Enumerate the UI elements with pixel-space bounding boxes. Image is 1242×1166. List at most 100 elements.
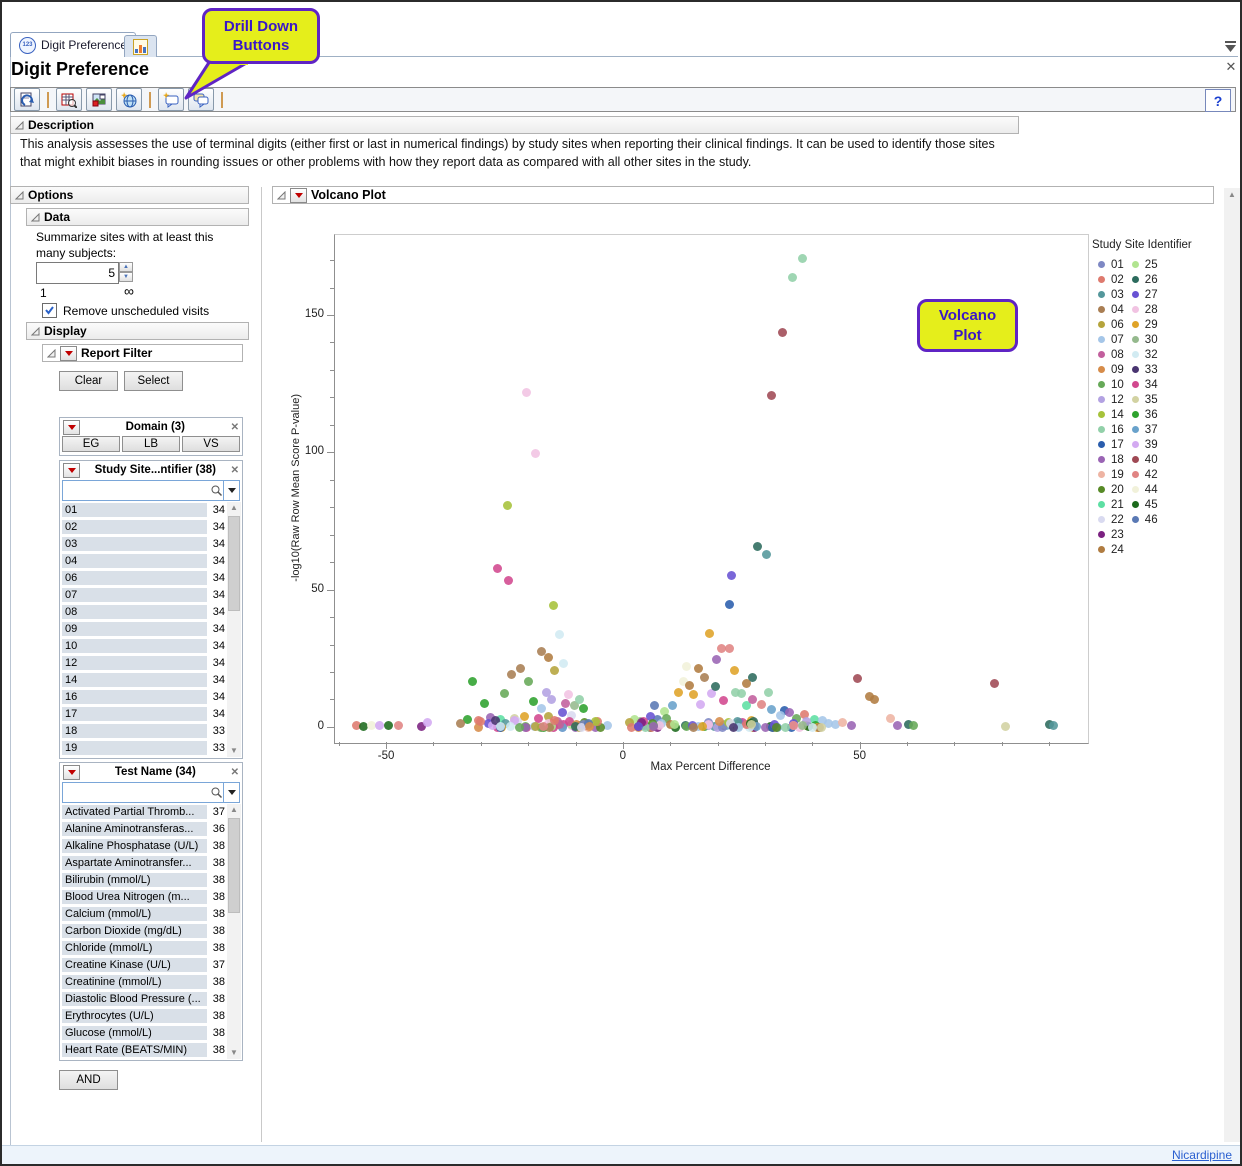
scatter-point[interactable] (547, 695, 556, 704)
list-item[interactable]: Carbon Dioxide (mg/dL)38 (62, 923, 226, 939)
legend-item[interactable]: 16 (1092, 422, 1124, 437)
legend-item[interactable]: 30 (1126, 332, 1158, 347)
legend-item[interactable]: 37 (1126, 422, 1158, 437)
scatter-point[interactable] (503, 501, 512, 510)
list-item[interactable]: Creatine Kinase (U/L)37 (62, 957, 226, 973)
close-icon[interactable]: ✕ (1223, 59, 1239, 75)
clear-button[interactable]: Clear (59, 371, 118, 391)
scatter-point[interactable] (817, 723, 826, 732)
scatter-point[interactable] (682, 662, 691, 671)
scatter-point[interactable] (468, 677, 477, 686)
scatter-point[interactable] (476, 717, 485, 726)
help-button[interactable]: ? (1205, 89, 1231, 112)
list-item[interactable]: Diastolic Blood Pressure (...38 (62, 991, 226, 1007)
scatter-point[interactable] (788, 273, 797, 282)
scatter-point[interactable] (558, 708, 567, 717)
scatter-point[interactable] (838, 718, 847, 727)
scatter-point[interactable] (504, 576, 513, 585)
legend-item[interactable]: 24 (1092, 542, 1124, 557)
options-header[interactable]: Options (10, 186, 249, 204)
scatter-point[interactable] (700, 673, 709, 682)
scatter-point[interactable] (725, 600, 734, 609)
scatter-point[interactable] (516, 664, 525, 673)
unscheduled-checkbox[interactable] (42, 303, 57, 318)
legend-item[interactable]: 07 (1092, 332, 1124, 347)
scatter-point[interactable] (776, 711, 785, 720)
close-filter-icon[interactable]: ✕ (231, 422, 239, 433)
volcano-plot-header[interactable]: Volcano Plot (272, 186, 1214, 204)
list-item[interactable]: 0834 (62, 604, 226, 620)
list-item[interactable]: Glucose (mmol/L)38 (62, 1025, 226, 1041)
legend-item[interactable]: 46 (1126, 512, 1158, 527)
scatter-point[interactable] (727, 571, 736, 580)
list-item[interactable]: 1434 (62, 672, 226, 688)
scatter-point[interactable] (1049, 721, 1058, 730)
legend-item[interactable]: 26 (1126, 272, 1158, 287)
legend-item[interactable]: 23 (1092, 527, 1124, 542)
scatter-point[interactable] (767, 705, 776, 714)
scatter-point[interactable] (764, 688, 773, 697)
scatter-point[interactable] (375, 721, 384, 730)
red-triangle-icon[interactable] (63, 463, 80, 478)
test-list-scrollbar[interactable]: ▲ ▼ (227, 804, 241, 1059)
list-item[interactable]: 1833 (62, 723, 226, 739)
scatter-point[interactable] (696, 700, 705, 709)
scrollbar-thumb[interactable] (228, 818, 240, 913)
scatter-point[interactable] (719, 696, 728, 705)
site-filter-header[interactable]: Study Site...ntifier (38) ✕ (60, 461, 242, 479)
list-item[interactable]: Calcium (mmol/L)38 (62, 906, 226, 922)
legend-item[interactable]: 40 (1126, 452, 1158, 467)
scatter-point[interactable] (747, 720, 756, 729)
scatter-point[interactable] (742, 679, 751, 688)
scatter-point[interactable] (909, 721, 918, 730)
scatter-point[interactable] (798, 254, 807, 263)
list-item[interactable]: 1734 (62, 706, 226, 722)
legend-item[interactable]: 27 (1126, 287, 1158, 302)
scatter-point[interactable] (670, 720, 679, 729)
legend-item[interactable]: 01 (1092, 257, 1124, 272)
list-item[interactable]: Alanine Aminotransferas...36 (62, 821, 226, 837)
unscheduled-row[interactable]: Remove unscheduled visits (42, 303, 209, 318)
scatter-point[interactable] (585, 722, 594, 731)
scatter-point[interactable] (456, 719, 465, 728)
red-triangle-icon[interactable] (63, 420, 80, 435)
legend-item[interactable]: 44 (1126, 482, 1158, 497)
list-item[interactable]: 0934 (62, 621, 226, 637)
scatter-point[interactable] (808, 723, 817, 732)
and-button[interactable]: AND (59, 1070, 118, 1090)
list-item[interactable]: 0134 (62, 502, 226, 518)
test-filter-header[interactable]: Test Name (34) ✕ (60, 763, 242, 781)
scatter-point[interactable] (531, 449, 540, 458)
save-image-icon[interactable] (86, 88, 112, 111)
scatter-point[interactable] (668, 701, 677, 710)
scatter-point[interactable] (705, 629, 714, 638)
list-item[interactable]: Chloride (mmol/L)38 (62, 940, 226, 956)
scatter-point[interactable] (522, 388, 531, 397)
legend-item[interactable]: 22 (1092, 512, 1124, 527)
legend-item[interactable]: 35 (1126, 392, 1158, 407)
select-button[interactable]: Select (124, 371, 183, 391)
scatter-point[interactable] (537, 704, 546, 713)
red-triangle-icon[interactable] (63, 765, 80, 780)
scatter-point[interactable] (712, 655, 721, 664)
domain-filter-header[interactable]: Domain (3) ✕ (60, 418, 242, 436)
domain-eg-button[interactable]: EG (62, 436, 120, 452)
legend-item[interactable]: 36 (1126, 407, 1158, 422)
scatter-point[interactable] (725, 644, 734, 653)
scatter-point[interactable] (778, 328, 787, 337)
panel-divider[interactable] (261, 187, 262, 1142)
scatter-point[interactable] (480, 699, 489, 708)
rerun-report-icon[interactable] (14, 88, 40, 111)
list-item[interactable]: Heart Rate (BEATS/MIN)38 (62, 1042, 226, 1058)
study-link[interactable]: Nicardipine (1172, 1148, 1232, 1162)
scrollbar-thumb[interactable] (228, 516, 240, 611)
list-item[interactable]: 1234 (62, 655, 226, 671)
list-item[interactable]: 1634 (62, 689, 226, 705)
display-section-header[interactable]: Display (26, 322, 249, 340)
scatter-point[interactable] (798, 721, 807, 730)
scatter-point[interactable] (767, 391, 776, 400)
close-filter-icon[interactable]: ✕ (231, 767, 239, 778)
scatter-point[interactable] (689, 723, 698, 732)
legend-item[interactable]: 33 (1126, 362, 1158, 377)
legend-item[interactable]: 18 (1092, 452, 1124, 467)
